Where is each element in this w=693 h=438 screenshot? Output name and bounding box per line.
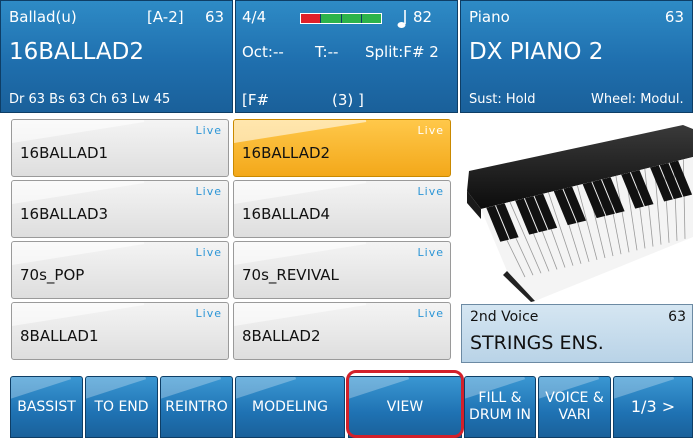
style-item[interactable]: Live 16BALLAD4	[233, 180, 451, 238]
style-volume: 63	[205, 8, 225, 26]
style-item-name: 70s_POP	[20, 266, 85, 284]
live-badge: Live	[417, 124, 444, 137]
time-signature: 4/4	[242, 8, 267, 26]
beat-segment	[361, 14, 381, 23]
modeling-button[interactable]: MODELING	[235, 376, 345, 438]
status-panel: 4/4 82 Oct:-- T:-- Split:F# 2 [F# (3) ]	[235, 0, 458, 113]
quarter-note-icon	[397, 10, 406, 28]
voice-volume: 63	[664, 8, 684, 26]
style-item[interactable]: Live 16BALLAD2	[233, 119, 451, 177]
voice-category: Piano	[469, 8, 510, 26]
style-item-name: 16BALLAD3	[20, 205, 109, 223]
second-voice-panel[interactable]: 2nd Voice 63 STRINGS ENS.	[461, 304, 693, 363]
tempo-value: 82	[413, 8, 433, 26]
style-variation: [A-2]	[147, 8, 184, 26]
button-label: MODELING	[252, 398, 328, 415]
live-badge: Live	[417, 246, 444, 259]
style-item-name: 16BALLAD2	[242, 144, 331, 162]
style-item[interactable]: Live 16BALLAD3	[11, 180, 229, 238]
style-item-name: 70s_REVIVAL	[242, 266, 339, 284]
button-label: VIEW	[386, 398, 424, 415]
live-badge: Live	[195, 246, 222, 259]
split-point: Split:F# 2	[365, 43, 439, 61]
octave-value: Oct:--	[242, 43, 284, 61]
second-voice-label: 2nd Voice	[470, 309, 539, 325]
voice-info-panel[interactable]: Piano 63 DX PIANO 2 Sust: Hold Wheel: Mo…	[460, 0, 693, 113]
to-end-button[interactable]: TO END	[85, 376, 158, 438]
button-label: TO END	[94, 398, 149, 415]
beat-segment	[301, 14, 321, 23]
beat-segment	[341, 14, 361, 23]
style-title: 16BALLAD2	[9, 39, 145, 65]
button-label: 1/3 >	[630, 397, 676, 417]
beat-segment	[321, 14, 341, 23]
header-bar: Ballad(u) [A-2] 63 16BALLAD2 Dr 63 Bs 63…	[0, 0, 693, 116]
wheel-mode: Wheel: Modul.	[591, 92, 684, 107]
style-item-name: 8BALLAD2	[242, 327, 321, 345]
bottom-button-bar: BASSIST TO END REINTRO MODELING VIEW FIL…	[0, 376, 693, 438]
style-item-name: 16BALLAD4	[242, 205, 331, 223]
fill-drum-in-button[interactable]: FILL & DRUM IN	[464, 376, 536, 438]
chord-display: [F#	[242, 91, 270, 109]
second-voice-name: STRINGS ENS.	[470, 332, 604, 354]
beat-meter	[300, 13, 382, 24]
style-item[interactable]: Live 8BALLAD1	[11, 302, 229, 360]
bassist-button[interactable]: BASSIST	[10, 376, 83, 438]
view-button[interactable]: VIEW	[348, 376, 462, 438]
reintro-button[interactable]: REINTRO	[160, 376, 233, 438]
style-item[interactable]: Live 8BALLAD2	[233, 302, 451, 360]
live-badge: Live	[195, 124, 222, 137]
style-item-name: 8BALLAD1	[20, 327, 99, 345]
live-badge: Live	[417, 307, 444, 320]
button-label: FILL & DRUM IN	[469, 390, 531, 423]
voice-name: DX PIANO 2	[469, 39, 604, 65]
style-item[interactable]: Live 16BALLAD1	[11, 119, 229, 177]
style-name: Ballad(u)	[9, 8, 77, 26]
style-info-panel[interactable]: Ballad(u) [A-2] 63 16BALLAD2 Dr 63 Bs 63…	[0, 0, 233, 113]
page-next-button[interactable]: 1/3 >	[613, 376, 693, 438]
style-item[interactable]: Live 70s_REVIVAL	[233, 241, 451, 299]
live-badge: Live	[195, 307, 222, 320]
keyboard-image	[461, 119, 693, 302]
style-track-volumes: Dr 63 Bs 63 Ch 63 Lw 45	[9, 92, 171, 107]
sustain-mode: Sust: Hold	[469, 92, 536, 107]
button-label: REINTRO	[165, 398, 228, 415]
button-label: BASSIST	[17, 398, 76, 415]
piano-keyboard-icon	[467, 125, 693, 302]
live-badge: Live	[417, 185, 444, 198]
style-item-name: 16BALLAD1	[20, 144, 109, 162]
live-badge: Live	[195, 185, 222, 198]
second-voice-volume: 63	[668, 309, 686, 325]
transpose-value: T:--	[315, 43, 339, 61]
button-label: VOICE & VARI	[545, 390, 604, 423]
chord-extra: (3) ]	[332, 91, 364, 109]
style-item[interactable]: Live 70s_POP	[11, 241, 229, 299]
voice-vari-button[interactable]: VOICE & VARI	[538, 376, 611, 438]
